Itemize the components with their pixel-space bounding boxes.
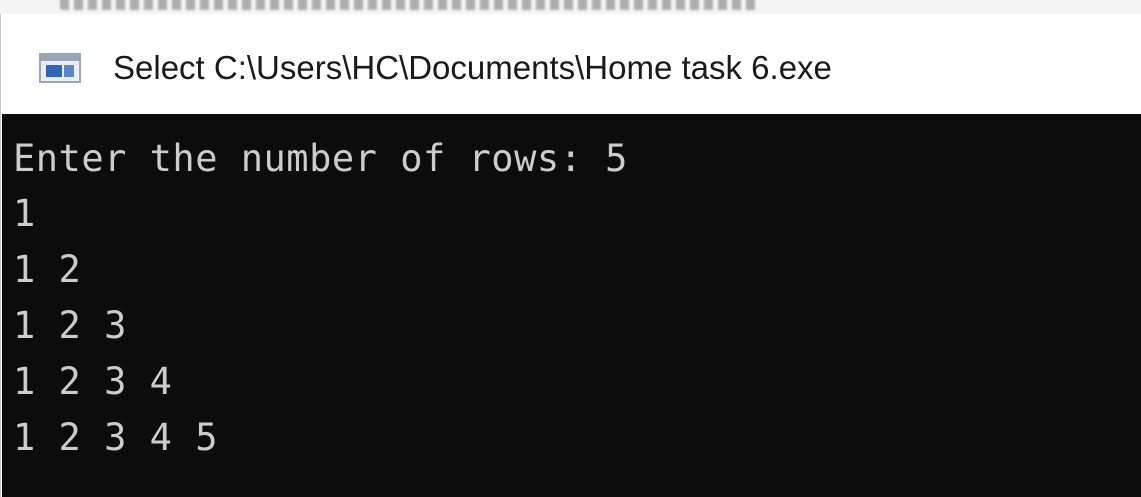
background-blurred-text [60,0,760,10]
console-line-prompt: Enter the number of rows: 5 [13,137,628,180]
icon-body-shape [46,65,62,77]
console-output[interactable]: Enter the number of rows: 5 1 1 2 1 2 3 … [2,114,1141,497]
title-bar[interactable]: Select C:\Users\HC\Documents\Home task 6… [1,14,1141,114]
window-title: Select C:\Users\HC\Documents\Home task 6… [113,49,832,86]
console-app-icon[interactable] [39,53,81,83]
console-line-row-4: 1 2 3 4 [13,360,173,403]
console-line-row-3: 1 2 3 [13,304,127,347]
console-line-row-1: 1 [13,192,36,235]
console-line-row-5: 1 2 3 4 5 [13,416,218,459]
icon-body-shape-secondary [64,65,74,77]
console-window: Select C:\Users\HC\Documents\Home task 6… [0,14,1141,497]
console-line-row-2: 1 2 [13,248,82,291]
icon-titlebar-shape [41,55,79,61]
